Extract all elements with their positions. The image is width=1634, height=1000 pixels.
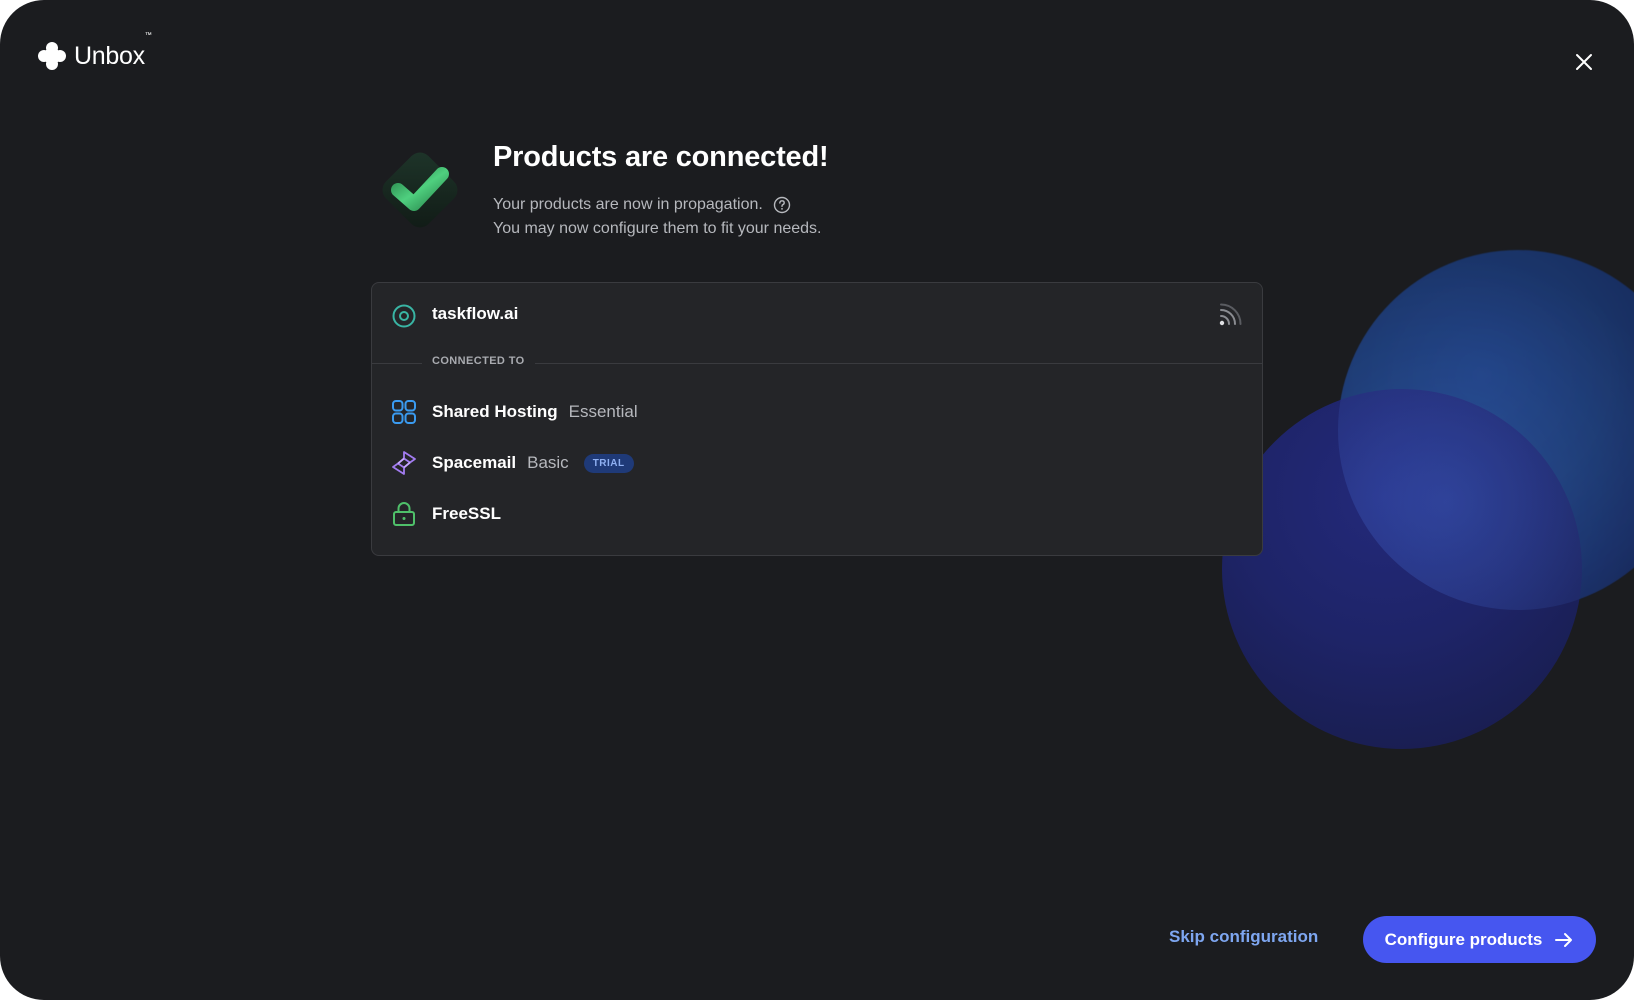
configure-products-button[interactable]: Configure products (1363, 916, 1596, 963)
product-name: FreeSSL (432, 504, 501, 523)
spacemail-icon (392, 451, 416, 475)
subtitle-line-2: You may now configure them to fit your n… (493, 220, 822, 237)
page-subtitle: Your products are now in propagation. Yo… (493, 193, 821, 241)
product-row-spacemail: Spacemail Basic TRIAL (372, 443, 1262, 483)
dialog-window: Unbox™ Products are connected! Your prod… (0, 0, 1634, 1000)
skip-configuration-link[interactable]: Skip configuration (1169, 927, 1318, 947)
page-title: Products are connected! (493, 141, 829, 173)
configure-products-label: Configure products (1384, 929, 1543, 949)
target-icon (392, 304, 416, 328)
hosting-icon (392, 400, 416, 424)
product-row-freessl: FreeSSL (372, 494, 1262, 534)
product-name: Shared Hosting (432, 402, 558, 421)
question-circle-icon[interactable] (773, 196, 791, 214)
connected-to-label: CONNECTED TO (422, 355, 535, 367)
logo-text: Unbox™ (74, 31, 152, 70)
connection-card: taskflow.ai CONNECTED TO Shared Hosting … (371, 282, 1263, 556)
close-button[interactable] (1570, 48, 1598, 76)
subtitle-line-1: Your products are now in propagation. (493, 196, 763, 213)
product-plan: Basic (527, 453, 569, 472)
close-icon (1576, 54, 1592, 70)
lock-icon (393, 502, 415, 526)
success-check-icon (382, 152, 458, 228)
product-plan: Essential (568, 402, 638, 421)
product-row-shared-hosting: Shared Hosting Essential (372, 392, 1262, 432)
signal-icon (1219, 303, 1242, 326)
product-name: Spacemail (432, 453, 517, 472)
unbox-logo-icon (38, 42, 66, 70)
domain-name: taskflow.ai (432, 304, 519, 323)
arrow-right-icon (1555, 932, 1573, 947)
app-logo: Unbox™ (36, 31, 152, 72)
trial-badge: TRIAL (583, 453, 634, 473)
